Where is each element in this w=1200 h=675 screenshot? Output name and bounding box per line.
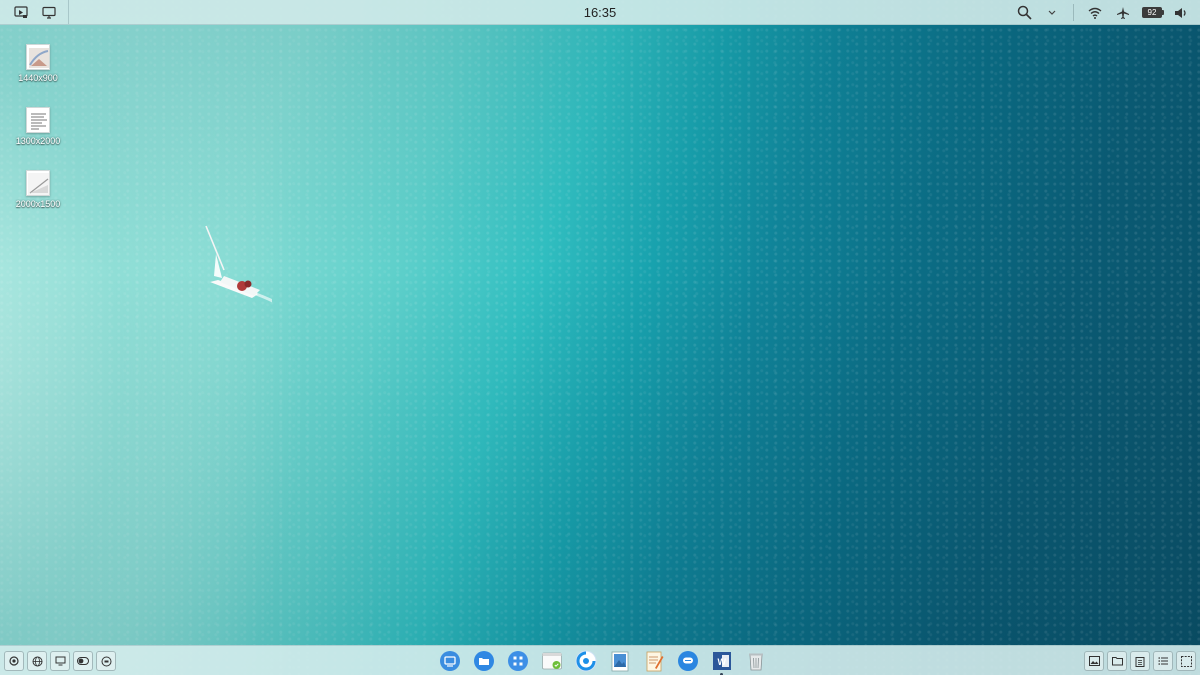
desktop-file-label: 2000x1500: [15, 199, 61, 209]
monitor-icon[interactable]: [50, 651, 70, 671]
desktop-file-3[interactable]: 2000x1500: [12, 170, 64, 209]
launcher-icon[interactable]: [436, 649, 463, 673]
chevron-down-icon[interactable]: [1043, 4, 1061, 22]
word-icon[interactable]: W: [708, 649, 735, 675]
record-icon[interactable]: [96, 651, 116, 671]
wifi-icon[interactable]: [1086, 4, 1104, 22]
globe-icon[interactable]: [27, 651, 47, 671]
image-thumbnail-icon: [26, 44, 50, 70]
desktop-file-label: 1440x900: [18, 73, 58, 83]
file-manager-icon[interactable]: [470, 649, 497, 673]
taskbar-right-group: [1084, 651, 1196, 671]
browser-icon[interactable]: [572, 649, 599, 673]
clipboard-icon[interactable]: [1130, 651, 1150, 671]
wallpaper: [0, 0, 1200, 675]
dock: W: [436, 649, 769, 675]
tray-separator: [1073, 4, 1074, 21]
desktop-file-2[interactable]: 1300x2000: [12, 107, 64, 146]
display-icon[interactable]: [40, 3, 58, 21]
top-left-group: [0, 0, 69, 24]
sailboat-image: [205, 225, 272, 303]
app-grid-icon[interactable]: [504, 649, 531, 673]
taskbar: W: [0, 645, 1200, 675]
chat-icon[interactable]: [674, 649, 701, 673]
document-thumbnail-icon: [26, 107, 50, 133]
svg-text:W: W: [717, 657, 726, 667]
text-editor-icon[interactable]: [640, 649, 667, 673]
terminal-icon[interactable]: [538, 649, 565, 673]
taskbar-left-group: [4, 651, 116, 671]
top-panel: 16:35 92: [0, 0, 1200, 25]
trash-icon[interactable]: [742, 649, 769, 673]
image-viewer-icon[interactable]: [606, 649, 633, 673]
airplane-icon[interactable]: [1114, 4, 1132, 22]
list-icon[interactable]: [1153, 651, 1173, 671]
folder-icon[interactable]: [1107, 651, 1127, 671]
battery-icon[interactable]: 92: [1142, 7, 1164, 18]
power-icon[interactable]: [4, 651, 24, 671]
desktop-file-1[interactable]: 1440x900: [12, 44, 64, 83]
system-tray: 92: [1015, 0, 1200, 25]
image-thumbnail-icon: [26, 170, 50, 196]
show-desktop-icon[interactable]: [1176, 651, 1196, 671]
toggle-icon[interactable]: [73, 651, 93, 671]
screenshot-icon[interactable]: [12, 3, 30, 21]
volume-icon[interactable]: [1172, 4, 1190, 22]
gallery-icon[interactable]: [1084, 651, 1104, 671]
wallpaper-shade: [0, 0, 1200, 675]
desktop-file-label: 1300x2000: [15, 136, 61, 146]
search-icon[interactable]: [1015, 4, 1033, 22]
